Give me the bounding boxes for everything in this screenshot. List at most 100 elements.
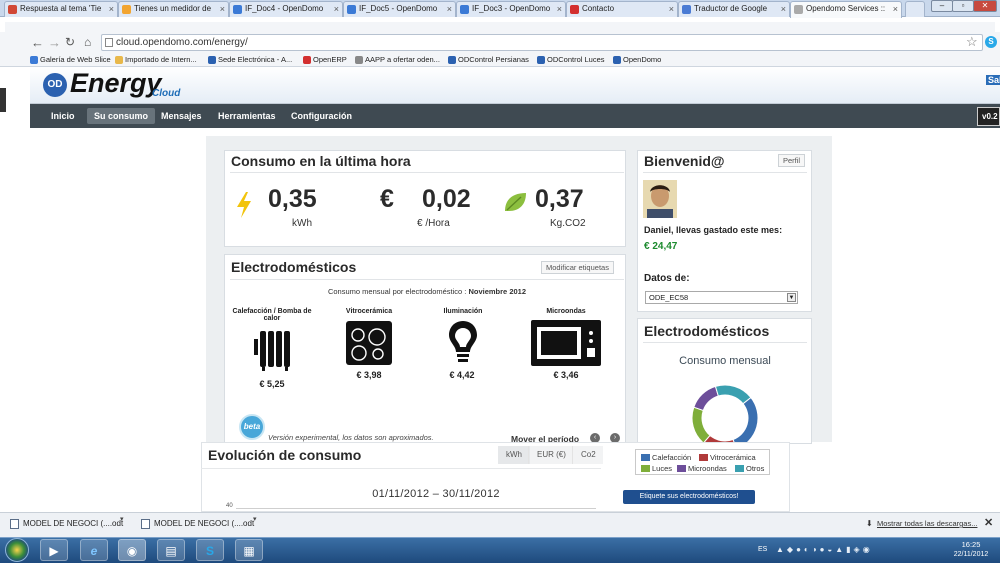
logout-link[interactable]: Sal (986, 75, 1000, 85)
data-source-select[interactable]: ODE_EC58 ▼ (645, 291, 798, 304)
document-icon (141, 519, 150, 529)
appliance-microwave-price: € 3,46 (553, 370, 579, 380)
profile-button[interactable]: Perfil (778, 154, 806, 167)
browser-tab[interactable]: IF_Doc3 - OpenDomo × (456, 1, 566, 17)
download-menu-icon[interactable]: ▾ (253, 515, 257, 523)
appliances-subtitle: Consumo mensual por electrodoméstico : N… (230, 287, 624, 296)
tab-kwh[interactable]: kWh (498, 446, 530, 464)
close-tab-icon[interactable]: × (781, 2, 786, 16)
chevron-down-icon[interactable]: ▼ (787, 293, 796, 302)
subtitle-month: Noviembre 2012 (468, 287, 527, 296)
address-bar[interactable]: cloud.opendomo.com/energy/ (101, 34, 983, 51)
clock-date[interactable]: 22/11/2012 (948, 551, 994, 558)
chrome-icon[interactable]: ◉ (118, 539, 146, 561)
modify-labels-button[interactable]: Modificar etiquetas (541, 261, 614, 274)
legend-label: Luces (652, 464, 673, 473)
left-edge-marker (0, 88, 6, 112)
browser-tab[interactable]: Respuesta al tema 'Tie × (4, 1, 118, 17)
tab-favicon-icon (8, 5, 17, 14)
language-indicator[interactable]: ES (758, 546, 767, 553)
label-appliances-button[interactable]: Etiquete sus electrodomésticos! (623, 490, 755, 504)
bookmark-item[interactable]: ODControl Persianas (448, 54, 529, 66)
system-tray-icons[interactable]: ▲◆●◐◑●◒▲▮◈◉ (776, 545, 936, 555)
new-tab-button[interactable] (905, 1, 925, 17)
writer-icon[interactable]: ▦ (235, 539, 263, 561)
legend-swatch (699, 454, 708, 461)
browser-tab[interactable]: Opendomo Services :: × (790, 1, 902, 18)
nav-mensajes[interactable]: Mensajes (154, 108, 209, 124)
bookmark-item[interactable]: Galería de Web Slice (30, 54, 111, 66)
maximize-button[interactable]: ▫ (952, 0, 974, 12)
close-tab-icon[interactable]: × (220, 2, 225, 16)
nav-herramientas[interactable]: Herramientas (211, 108, 283, 124)
logo-subtitle: Cloud (152, 88, 181, 99)
close-tab-icon[interactable]: × (557, 2, 562, 16)
close-tab-icon[interactable]: × (447, 2, 452, 16)
donut-slice-microondas (693, 385, 719, 412)
beta-badge: beta (239, 414, 265, 440)
side-appliances-title: Electrodomésticos (644, 323, 770, 339)
divider (643, 172, 807, 173)
minimize-button[interactable]: – (931, 0, 953, 12)
tab-co2[interactable]: Co2 (572, 446, 604, 464)
media-player-icon[interactable]: ▶ (40, 539, 68, 561)
bookmark-item[interactable]: Sede Electrónica - A... (208, 54, 292, 66)
nav-inicio[interactable]: Inicio (44, 108, 82, 124)
donut-legend: Calefacción Vitrocerámica Luces Microond… (635, 449, 770, 475)
bookmark-item[interactable]: OpenERP (303, 54, 347, 66)
main-nav: Inicio Su consumo Mensajes Herramientas … (30, 104, 1000, 128)
bookmark-label: ODControl Luces (547, 55, 605, 64)
tab-title: IF_Doc4 - OpenDomo (245, 4, 324, 13)
bookmark-item[interactable]: AAPP a ofertar oden... (355, 54, 440, 66)
skype-extension-icon[interactable]: S (985, 36, 997, 48)
skype-icon[interactable]: S (196, 539, 224, 561)
bookmark-item[interactable]: Importado de Intern... (115, 54, 197, 66)
microwave-icon (531, 320, 601, 366)
avatar[interactable] (643, 180, 677, 218)
clock-time[interactable]: 16:25 (955, 540, 987, 549)
bookmark-star-icon[interactable]: ☆ (966, 34, 978, 50)
nav-configuracion[interactable]: Configuración (284, 108, 359, 124)
reload-icon[interactable]: ↻ (65, 35, 75, 49)
close-tab-icon[interactable]: × (334, 2, 339, 16)
browser-tab[interactable]: IF_Doc4 - OpenDomo × (229, 1, 343, 17)
subtitle-prefix: Consumo mensual por electrodoméstico : (327, 287, 467, 296)
bookmark-favicon-icon (537, 56, 545, 64)
close-tab-icon[interactable]: × (109, 2, 114, 16)
download-item[interactable]: MODEL DE NEGOCI (....odt (8, 515, 126, 533)
logo-badge[interactable]: OD (43, 73, 67, 97)
last-hour-title: Consumo en la última hora (231, 153, 411, 169)
tab-eur[interactable]: EUR (€) (528, 446, 574, 464)
browser-tab[interactable]: Traductor de Google × (678, 1, 790, 17)
close-window-button[interactable]: ✕ (973, 0, 997, 12)
forward-icon[interactable]: → (48, 35, 61, 50)
appliances-title: Electrodomésticos (231, 259, 357, 275)
home-icon[interactable]: ⌂ (84, 35, 91, 49)
tab-title: Traductor de Google (694, 4, 768, 13)
divider (230, 279, 624, 280)
start-button[interactable] (5, 538, 29, 562)
lightning-icon (237, 192, 251, 218)
tab-title: Contacto (582, 4, 615, 13)
tab-favicon-icon (347, 5, 356, 14)
nav-su-consumo[interactable]: Su consumo (87, 108, 156, 124)
document-icon (10, 519, 19, 529)
browser-tab[interactable]: Tienes un medidor de × (118, 1, 229, 17)
show-all-downloads-link[interactable]: ⬇ Mostrar todas las descargas... (866, 519, 977, 528)
browser-tab[interactable]: IF_Doc5 - OpenDomo × (343, 1, 456, 17)
close-tab-icon[interactable]: × (893, 2, 898, 16)
download-item[interactable]: MODEL DE NEGOCI (....odt (139, 515, 257, 533)
bookmark-item[interactable]: ODControl Luces (537, 54, 605, 66)
download-menu-icon[interactable]: ▾ (120, 515, 124, 523)
internet-explorer-icon[interactable]: e (80, 539, 108, 561)
browser-tab[interactable]: Contacto × (566, 1, 678, 17)
folder-icon[interactable]: ▤ (157, 539, 185, 561)
bookmark-label: OpenDomo (623, 55, 662, 64)
logo-text[interactable]: Energy (70, 68, 162, 99)
bookmark-item[interactable]: OpenDomo (613, 54, 661, 66)
close-download-bar-icon[interactable]: ✕ (984, 516, 993, 529)
appliance-heating-price: € 5,25 (259, 379, 285, 389)
back-icon[interactable]: ← (31, 35, 44, 50)
close-tab-icon[interactable]: × (669, 2, 674, 16)
divider (643, 342, 807, 343)
